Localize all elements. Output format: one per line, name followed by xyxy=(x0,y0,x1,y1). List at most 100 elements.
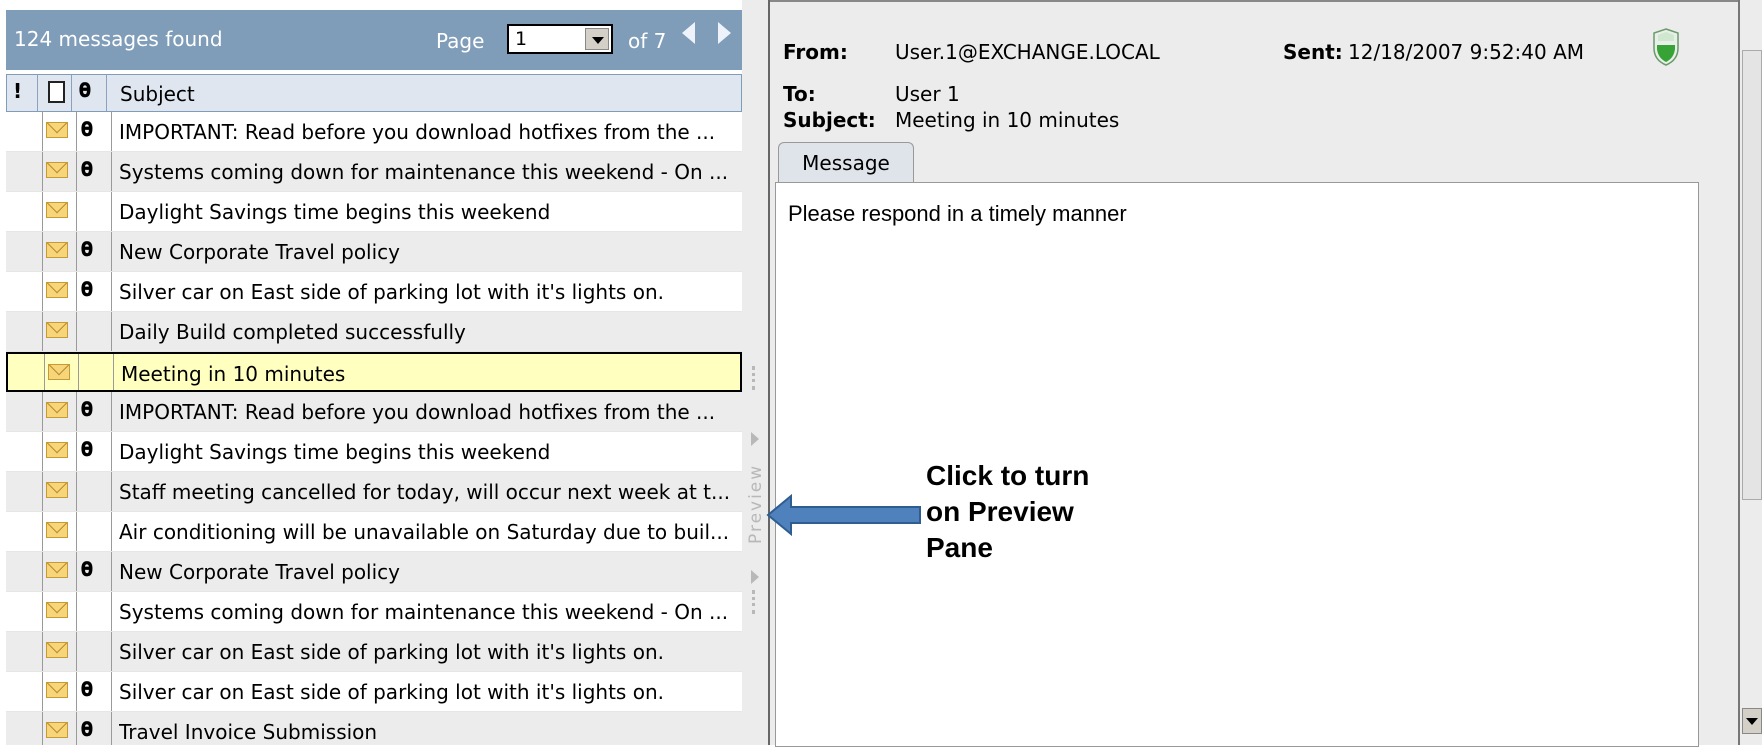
column-gridline xyxy=(111,552,112,591)
column-gridline xyxy=(42,592,43,631)
message-subject: Systems coming down for maintenance this… xyxy=(119,160,729,184)
column-gridline xyxy=(111,312,112,351)
arrow-left-icon xyxy=(766,493,921,537)
message-row[interactable]: Daylight Savings time begins this weeken… xyxy=(6,192,742,232)
envelope-icon xyxy=(46,402,68,418)
envelope-icon xyxy=(46,162,68,178)
message-row[interactable]: 𝛉 Daylight Savings time begins this weeke… xyxy=(6,432,742,472)
preview-toggle-label[interactable]: Preview xyxy=(746,464,766,544)
page-select[interactable]: 1 xyxy=(507,24,613,54)
paperclip-icon[interactable]: 𝛉 xyxy=(79,78,91,102)
column-gridline xyxy=(111,152,112,191)
to-value[interactable]: User 1 xyxy=(895,82,960,106)
column-gridline xyxy=(78,354,79,390)
vertical-scrollbar[interactable] xyxy=(1738,0,1762,745)
column-gridline xyxy=(76,472,77,511)
message-rows: 𝛉 IMPORTANT: Read before you download hot… xyxy=(6,112,742,745)
message-row[interactable]: 𝛉 Travel Invoice Submission xyxy=(6,712,742,745)
message-row[interactable]: Meeting in 10 minutes xyxy=(6,352,742,392)
column-gridline xyxy=(76,632,77,671)
column-gridline xyxy=(111,592,112,631)
subject-column-header[interactable]: Subject xyxy=(120,82,195,106)
column-gridline xyxy=(42,552,43,591)
column-gridline xyxy=(42,192,43,231)
paperclip-icon: 𝛉 xyxy=(81,397,93,421)
message-subject: Silver car on East side of parking lot w… xyxy=(119,680,664,704)
message-subject: New Corporate Travel policy xyxy=(119,240,401,264)
column-gridline xyxy=(76,272,77,311)
paperclip-icon: 𝛉 xyxy=(81,557,93,581)
column-gridline xyxy=(111,192,112,231)
message-row[interactable]: Systems coming down for maintenance this… xyxy=(6,592,742,632)
column-gridline xyxy=(111,232,112,271)
grip-dots-icon xyxy=(752,590,759,614)
message-row[interactable]: Air conditioning will be unavailable on … xyxy=(6,512,742,552)
envelope-icon xyxy=(46,122,68,138)
envelope-icon xyxy=(46,602,68,618)
column-gridline xyxy=(42,672,43,711)
message-row[interactable]: 𝛉 New Corporate Travel policy xyxy=(6,232,742,272)
chevron-down-icon[interactable] xyxy=(585,28,609,50)
message-row[interactable]: Staff meeting cancelled for today, will … xyxy=(6,472,742,512)
paperclip-icon: 𝛉 xyxy=(81,237,93,261)
message-row[interactable]: 𝛉 Silver car on East side of parking lot … xyxy=(6,672,742,712)
tab-message[interactable]: Message xyxy=(778,142,914,184)
envelope-icon xyxy=(46,562,68,578)
column-divider[interactable] xyxy=(106,75,107,111)
expand-arrow-icon[interactable] xyxy=(751,432,759,446)
column-gridline xyxy=(111,272,112,311)
paperclip-icon: 𝛉 xyxy=(81,157,93,181)
message-row[interactable]: 𝛉 IMPORTANT: Read before you download hot… xyxy=(6,112,742,152)
message-subject: Systems coming down for maintenance this… xyxy=(119,600,729,624)
message-row[interactable]: Silver car on East side of parking lot w… xyxy=(6,632,742,672)
column-gridline xyxy=(42,632,43,671)
message-row[interactable]: 𝛉 Systems coming down for maintenance thi… xyxy=(6,152,742,192)
message-row[interactable]: Daily Build completed successfully xyxy=(6,312,742,352)
message-subject: Travel Invoice Submission xyxy=(119,720,378,744)
envelope-icon xyxy=(46,682,68,698)
envelope-icon xyxy=(46,282,68,298)
column-gridline xyxy=(42,712,43,745)
message-subject: IMPORTANT: Read before you download hotf… xyxy=(119,400,716,424)
message-row[interactable]: 𝛉 New Corporate Travel policy xyxy=(6,552,742,592)
document-icon[interactable] xyxy=(48,81,65,103)
message-list-pane: 124 messages found Page 1 of 7 ! 𝛉 Subje… xyxy=(0,0,742,745)
message-subject: IMPORTANT: Read before you download hotf… xyxy=(119,120,716,144)
column-gridline xyxy=(42,312,43,351)
preview-pane-toggle[interactable]: Preview xyxy=(742,0,770,745)
column-gridline xyxy=(111,472,112,511)
importance-column-header[interactable]: ! xyxy=(13,79,22,103)
column-gridline xyxy=(42,472,43,511)
message-subject: Silver car on East side of parking lot w… xyxy=(119,640,664,664)
column-gridline xyxy=(76,312,77,351)
shield-icon xyxy=(1653,28,1679,66)
page-select-value: 1 xyxy=(515,28,528,50)
column-gridline xyxy=(76,232,77,271)
scroll-thumb[interactable] xyxy=(1742,50,1762,500)
column-gridline xyxy=(76,592,77,631)
sent-value: 12/18/2007 9:52:40 AM xyxy=(1348,40,1585,64)
paperclip-icon: 𝛉 xyxy=(81,277,93,301)
column-divider[interactable] xyxy=(37,75,38,111)
scroll-down-button[interactable] xyxy=(1742,708,1762,734)
column-gridline xyxy=(111,112,112,151)
message-row[interactable]: 𝛉 IMPORTANT: Read before you download hot… xyxy=(6,392,742,432)
message-subject: Daylight Savings time begins this weeken… xyxy=(119,440,551,464)
from-label: From: xyxy=(783,40,848,64)
paperclip-icon: 𝛉 xyxy=(81,117,93,141)
paperclip-icon: 𝛉 xyxy=(81,437,93,461)
message-count: 124 messages found xyxy=(14,27,223,51)
column-gridline xyxy=(44,354,45,390)
envelope-icon xyxy=(46,242,68,258)
envelope-icon xyxy=(46,522,68,538)
column-gridline xyxy=(42,432,43,471)
previous-page-icon[interactable] xyxy=(682,22,695,44)
preview-pane: From: User.1@EXCHANGE.LOCAL Sent: 12/18/… xyxy=(770,0,1738,747)
message-body[interactable]: Please respond in a timely manner xyxy=(775,182,1699,747)
column-divider[interactable] xyxy=(71,75,72,111)
message-row[interactable]: 𝛉 Silver car on East side of parking lot … xyxy=(6,272,742,312)
next-page-icon[interactable] xyxy=(718,22,731,44)
from-value[interactable]: User.1@EXCHANGE.LOCAL xyxy=(895,40,1160,64)
column-gridline xyxy=(42,152,43,191)
expand-arrow-icon[interactable] xyxy=(751,570,759,584)
